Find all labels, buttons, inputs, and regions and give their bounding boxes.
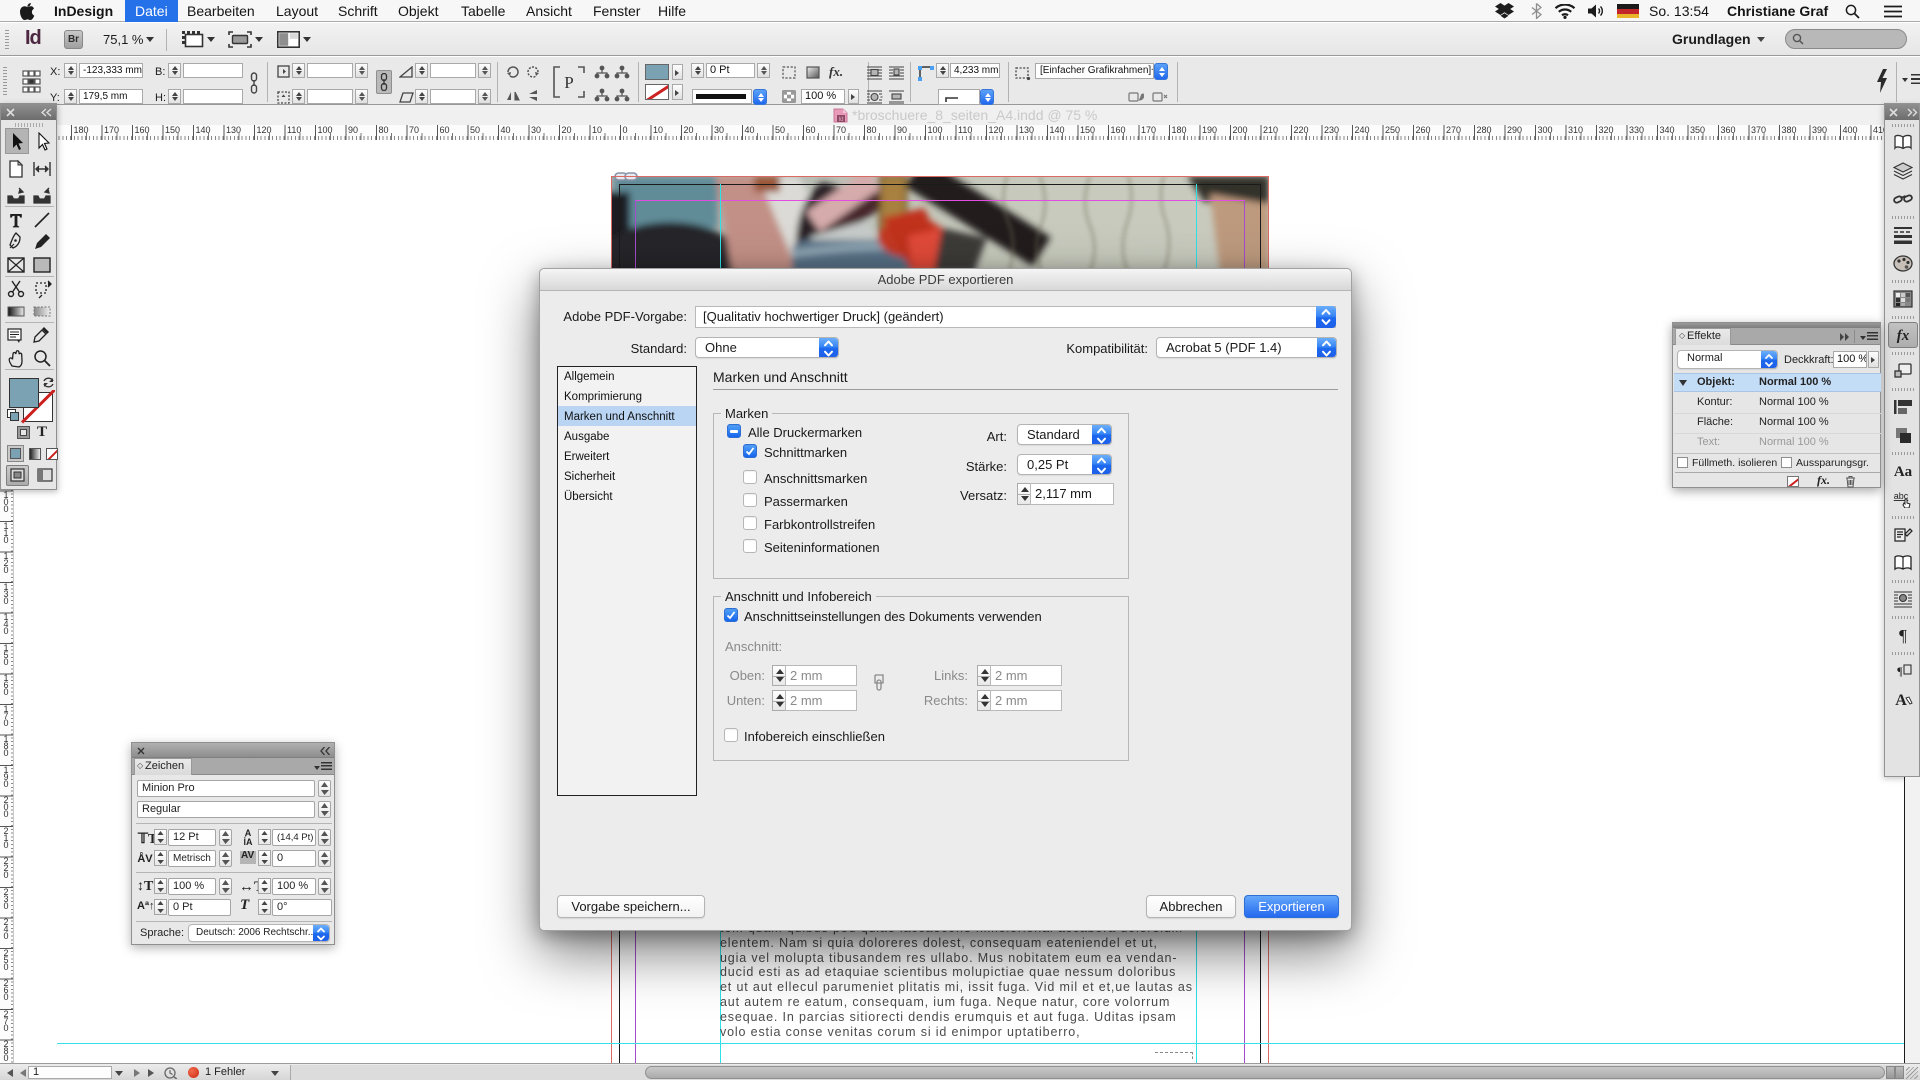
svg-text:Aa: Aa	[1894, 464, 1913, 480]
svg-text:¶: ¶	[1897, 664, 1903, 678]
svg-text:¶: ¶	[1899, 626, 1907, 644]
svg-text:P: P	[564, 73, 573, 92]
svg-text:fx: fx	[1897, 328, 1910, 344]
svg-text:ĺA: ĺA	[244, 836, 254, 846]
svg-text:ÅV: ÅV	[137, 852, 153, 865]
svg-text:Id: Id	[838, 117, 843, 123]
svg-text:A: A	[1895, 692, 1907, 708]
